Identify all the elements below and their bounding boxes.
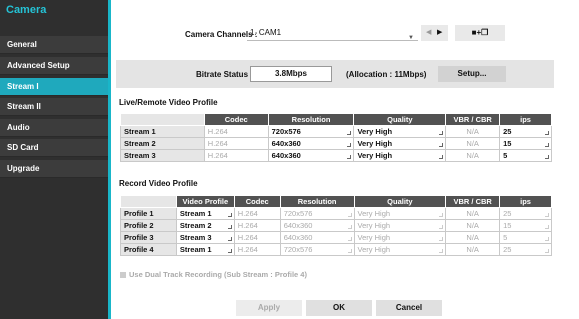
quality-select[interactable]: Very High [353, 137, 447, 150]
table-row: Profile 3 Stream 3 H.264 640x360 Very Hi… [120, 231, 552, 244]
vbr-cbr-cell: N/A [445, 149, 501, 162]
ips-select: 5 [499, 231, 552, 244]
ips-select: 15 [499, 219, 552, 232]
quality-select[interactable]: Very High [353, 149, 447, 162]
copy-settings-button[interactable]: ■+❐ [455, 25, 505, 41]
quality-select: Very High [353, 231, 447, 244]
row-label: Profile 4 [120, 243, 177, 256]
vbr-cbr-cell: N/A [445, 125, 501, 138]
column-header: ips [499, 113, 552, 126]
sidebar-item-stream-1[interactable]: Stream I [0, 78, 108, 96]
quality-select[interactable]: Very High [353, 125, 447, 138]
table-row: Profile 1 Stream 1 H.264 720x576 Very Hi… [120, 207, 552, 220]
ips-select[interactable]: 15 [499, 137, 552, 150]
bitrate-allocation: (Allocation : 11Mbps) [346, 70, 427, 79]
resolution-select: 720x576 [279, 207, 355, 220]
table-header-row: Video Profile Codec Resolution Quality V… [120, 195, 552, 208]
camera-channel-value: 1. CAM1 [250, 28, 282, 37]
channel-nav: ◀ ▶ [421, 25, 448, 41]
column-header: Quality [353, 113, 447, 126]
next-channel-icon[interactable]: ▶ [437, 28, 442, 36]
resolution-select[interactable]: 720x576 [267, 125, 355, 138]
prev-channel-icon[interactable]: ◀ [426, 28, 431, 36]
table-row: Stream 3 H.264 640x360 Very High N/A 5 [120, 149, 552, 162]
ips-select: 25 [499, 243, 552, 256]
resolution-select: 720x576 [279, 243, 355, 256]
dual-track-checkbox [120, 272, 126, 279]
column-header: ips [499, 195, 552, 208]
table-row: Profile 2 Stream 2 H.264 640x360 Very Hi… [120, 219, 552, 232]
codec-cell: H.264 [203, 137, 269, 150]
sidebar-item-general[interactable]: General [0, 36, 108, 54]
resolution-select: 640x360 [279, 219, 355, 232]
codec-cell: H.264 [233, 207, 281, 220]
column-header [120, 195, 177, 208]
column-header [120, 113, 205, 126]
row-label: Stream 2 [120, 137, 205, 150]
dual-track-label: Use Dual Track Recording (Sub Stream : P… [129, 270, 307, 279]
dual-track-option: Use Dual Track Recording (Sub Stream : P… [120, 270, 307, 279]
sidebar-item-stream-2[interactable]: Stream II [0, 98, 108, 116]
setup-button[interactable]: Setup... [438, 66, 506, 82]
video-profile-select[interactable]: Stream 1 [175, 243, 235, 256]
row-label: Stream 3 [120, 149, 205, 162]
row-label: Profile 1 [120, 207, 177, 220]
vbr-cbr-cell: N/A [445, 231, 501, 244]
video-profile-select[interactable]: Stream 3 [175, 231, 235, 244]
table-row: Stream 1 H.264 720x576 Very High N/A 25 [120, 125, 552, 138]
codec-cell: H.264 [233, 243, 281, 256]
table-header-row: Codec Resolution Quality VBR / CBR ips [120, 113, 552, 126]
quality-select: Very High [353, 207, 447, 220]
table-row: Stream 2 H.264 640x360 Very High N/A 15 [120, 137, 552, 150]
live-profile-title: Live/Remote Video Profile [119, 98, 218, 107]
codec-cell: H.264 [233, 219, 281, 232]
bitrate-status-label: Bitrate Status : [196, 70, 253, 79]
sidebar: Camera General Advanced Setup Stream I S… [0, 0, 108, 319]
sidebar-accent-bar [108, 0, 111, 319]
vbr-cbr-cell: N/A [445, 137, 501, 150]
column-header: Resolution [267, 113, 355, 126]
column-header: Video Profile [175, 195, 235, 208]
quality-select: Very High [353, 219, 447, 232]
column-header: VBR / CBR [445, 113, 501, 126]
ips-select: 25 [499, 207, 552, 220]
quality-select: Very High [353, 243, 447, 256]
record-profile-title: Record Video Profile [119, 179, 198, 188]
sidebar-item-audio[interactable]: Audio [0, 119, 108, 137]
row-label: Profile 2 [120, 219, 177, 232]
row-label: Stream 1 [120, 125, 205, 138]
codec-cell: H.264 [203, 149, 269, 162]
vbr-cbr-cell: N/A [445, 207, 501, 220]
video-profile-select[interactable]: Stream 2 [175, 219, 235, 232]
record-profile-table: Video Profile Codec Resolution Quality V… [120, 195, 552, 256]
sidebar-title: Camera [6, 4, 47, 16]
sidebar-item-advanced-setup[interactable]: Advanced Setup [0, 57, 108, 75]
table-row: Profile 4 Stream 1 H.264 720x576 Very Hi… [120, 243, 552, 256]
resolution-select: 640x360 [279, 231, 355, 244]
ips-select[interactable]: 5 [499, 149, 552, 162]
bitrate-value: 3.8Mbps [250, 66, 332, 82]
vbr-cbr-cell: N/A [445, 243, 501, 256]
camera-channel-select[interactable]: 1. CAM1 ▼ [247, 25, 418, 41]
sidebar-item-sd-card[interactable]: SD Card [0, 139, 108, 157]
column-header: VBR / CBR [445, 195, 501, 208]
live-profile-table: Codec Resolution Quality VBR / CBR ips S… [120, 113, 552, 162]
chevron-down-icon: ▼ [408, 35, 414, 41]
resolution-select[interactable]: 640x360 [267, 149, 355, 162]
column-header: Codec [203, 113, 269, 126]
row-label: Profile 3 [120, 231, 177, 244]
cancel-button[interactable]: Cancel [376, 300, 442, 316]
ips-select[interactable]: 25 [499, 125, 552, 138]
apply-button[interactable]: Apply [236, 300, 302, 316]
vbr-cbr-cell: N/A [445, 219, 501, 232]
resolution-select[interactable]: 640x360 [267, 137, 355, 150]
column-header: Codec [233, 195, 281, 208]
sidebar-item-upgrade[interactable]: Upgrade [0, 160, 108, 178]
codec-cell: H.264 [233, 231, 281, 244]
ok-button[interactable]: OK [306, 300, 372, 316]
column-header: Quality [353, 195, 447, 208]
video-profile-select[interactable]: Stream 1 [175, 207, 235, 220]
codec-cell: H.264 [203, 125, 269, 138]
column-header: Resolution [279, 195, 355, 208]
